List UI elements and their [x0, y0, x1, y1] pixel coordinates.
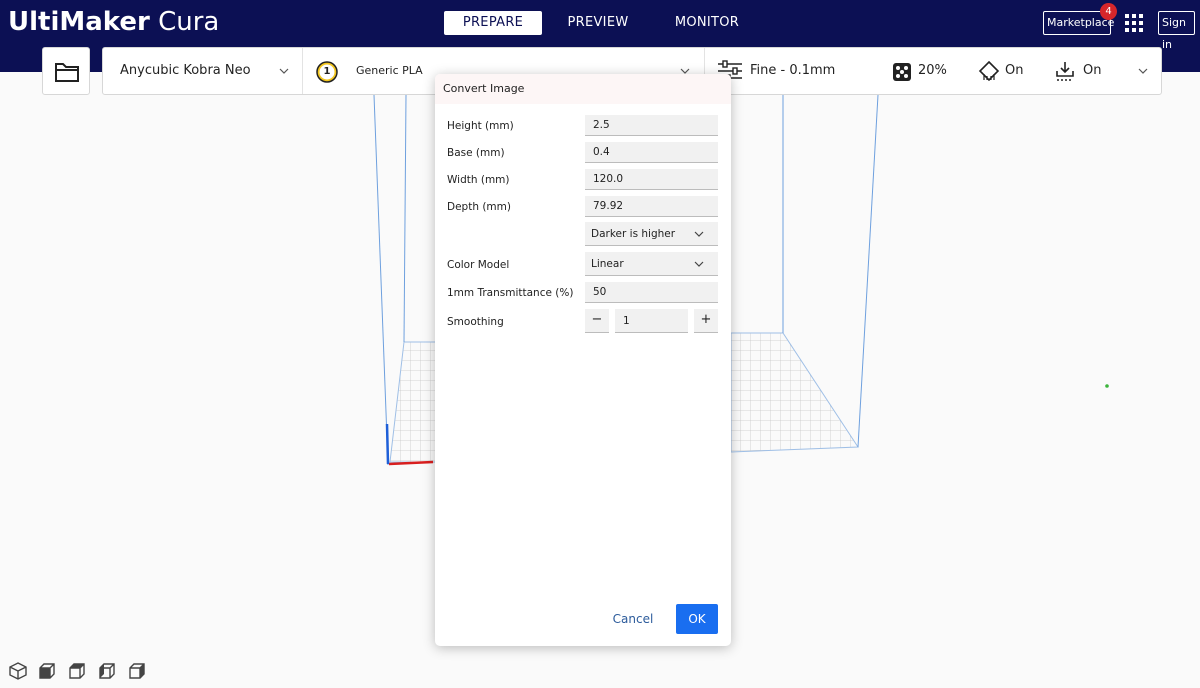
volume-edge-left [373, 94, 389, 466]
dialog-title: Convert Image [435, 74, 731, 104]
transmittance-input[interactable]: 50 [585, 282, 718, 303]
build-plate-right [730, 332, 859, 453]
smoothing-decrement-button[interactable]: − [585, 309, 609, 333]
ok-button[interactable]: OK [676, 604, 718, 634]
open-file-button[interactable] [42, 47, 90, 95]
base-label: Base (mm) [447, 147, 505, 159]
chevron-down-icon [694, 231, 704, 237]
material-selector[interactable]: Generic PLA [356, 48, 423, 94]
toolbar-divider [302, 48, 303, 94]
sign-in-button[interactable]: Sign in [1158, 11, 1195, 51]
view-right-icon[interactable] [127, 661, 147, 681]
width-input[interactable]: 120.0 [585, 169, 718, 190]
depth-label: Depth (mm) [447, 201, 511, 213]
tab-preview[interactable]: PREVIEW [560, 11, 636, 35]
tab-monitor[interactable]: MONITOR [668, 11, 746, 35]
cancel-button[interactable]: Cancel [605, 605, 661, 633]
view-front-icon[interactable] [37, 661, 57, 681]
lightness-select[interactable]: Darker is higher [585, 222, 718, 246]
tab-prepare[interactable]: PREPARE [444, 11, 542, 35]
chevron-down-icon [694, 261, 704, 267]
extruder-number: 1 [323, 66, 331, 77]
color-model-select[interactable]: Linear [585, 252, 718, 276]
support-icon [978, 60, 1000, 82]
color-model-label: Color Model [447, 259, 510, 271]
lightness-value: Darker is higher [591, 228, 676, 240]
infill-value[interactable]: 20% [918, 48, 947, 94]
build-plate-left [389, 341, 437, 463]
view-left-icon[interactable] [97, 661, 117, 681]
infill-icon [893, 63, 911, 81]
view-top-icon[interactable] [67, 661, 87, 681]
profile-label[interactable]: Fine - 0.1mm [750, 48, 835, 94]
volume-edge-back-left [403, 94, 407, 343]
smoothing-label: Smoothing [447, 316, 504, 328]
height-input[interactable]: 2.5 [585, 115, 718, 136]
green-dot [1105, 384, 1109, 388]
transmittance-label: 1mm Transmittance (%) [447, 287, 574, 299]
width-label: Width (mm) [447, 174, 510, 186]
support-value[interactable]: On [1005, 48, 1023, 94]
adhesion-icon [1056, 62, 1074, 81]
view-3d-icon[interactable] [8, 661, 28, 681]
color-model-value: Linear [591, 258, 624, 270]
app-logo: UltiMaker Cura [8, 7, 220, 37]
marketplace-badge: 4 [1100, 3, 1117, 20]
z-axis [385, 423, 390, 465]
volume-edge-right [857, 94, 879, 448]
depth-input[interactable]: 79.92 [585, 196, 718, 217]
adhesion-value[interactable]: On [1083, 48, 1101, 94]
smoothing-input[interactable]: 1 [615, 309, 688, 333]
apps-grid-icon[interactable] [1124, 13, 1144, 33]
convert-image-dialog: Convert Image Height (mm) 2.5 Base (mm) … [435, 74, 731, 646]
chevron-down-icon[interactable] [279, 66, 289, 76]
printer-selector[interactable]: Anycubic Kobra Neo [120, 48, 251, 94]
chevron-down-icon[interactable] [1138, 66, 1148, 76]
base-input[interactable]: 0.4 [585, 142, 718, 163]
height-label: Height (mm) [447, 120, 514, 132]
smoothing-increment-button[interactable]: + [694, 309, 718, 333]
folder-icon [55, 63, 79, 82]
